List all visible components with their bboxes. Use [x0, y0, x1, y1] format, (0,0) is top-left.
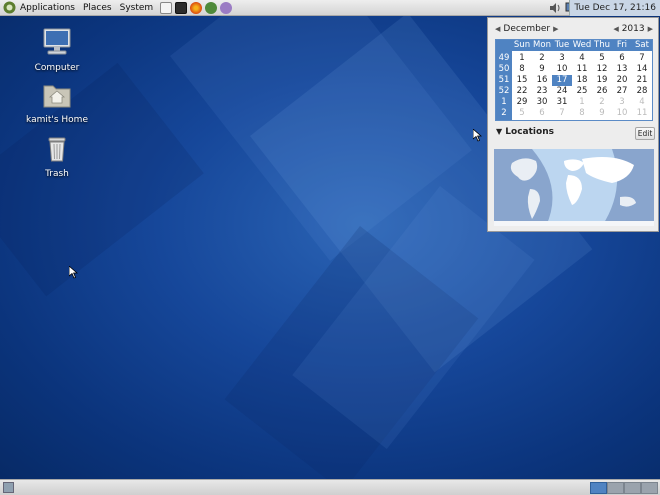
calendar-day[interactable]: 3 — [612, 97, 632, 108]
calendar-day[interactable]: 24 — [552, 86, 572, 97]
calendar-day[interactable]: 1 — [512, 53, 532, 64]
places-menu[interactable]: Places — [79, 0, 116, 16]
calendar-grid: Sun Mon Tue Wed Thu Fri Sat 49 50 51 52 1 2 1 2 3 4 5 6 7 8 9… — [495, 39, 653, 121]
calendar-day[interactable]: 19 — [592, 75, 612, 86]
calendar-popup: ◀ December ▶ ◀ 2013 ▶ Sun Mon Tue Wed Thu Fri… — [487, 17, 659, 232]
calendar-day[interactable]: 13 — [612, 64, 632, 75]
calendar-day[interactable]: 9 — [592, 108, 612, 119]
day-header: Fri — [616, 40, 628, 50]
calendar-day[interactable]: 25 — [572, 86, 592, 97]
mail-launcher-icon[interactable] — [205, 1, 218, 14]
computer-icon — [43, 28, 71, 55]
home-label: kamit's Home — [26, 115, 88, 125]
calendar-day[interactable]: 3 — [552, 53, 572, 64]
calendar-day[interactable]: 16 — [532, 75, 552, 86]
show-desktop-icon[interactable] — [3, 482, 14, 493]
next-year-arrow-icon[interactable]: ▶ — [648, 25, 653, 33]
calendar-day[interactable]: 12 — [592, 64, 612, 75]
trash-desktop-icon[interactable]: Trash — [17, 134, 97, 179]
calendar-day[interactable]: 7 — [552, 108, 572, 119]
mouse-cursor-icon — [473, 129, 482, 142]
calendar-day[interactable]: 18 — [572, 75, 592, 86]
calendar-day[interactable]: 5 — [592, 53, 612, 64]
computer-desktop-icon[interactable]: Computer — [17, 26, 97, 73]
day-header: Mon — [533, 40, 551, 50]
week-number: 51 — [498, 75, 510, 85]
calendar-day[interactable]: 2 — [592, 97, 612, 108]
gnome-foot-icon[interactable] — [3, 1, 16, 14]
workspace-4[interactable] — [641, 482, 658, 494]
calendar-day[interactable]: 29 — [512, 97, 532, 108]
workspace-3[interactable] — [624, 482, 641, 494]
edit-locations-button[interactable]: Edit — [635, 127, 655, 140]
year-label: 2013 — [621, 24, 645, 34]
bottom-panel — [0, 479, 660, 495]
calendar-day[interactable]: 10 — [552, 64, 572, 75]
calendar-day[interactable]: 20 — [612, 75, 632, 86]
pidgin-launcher-icon[interactable] — [220, 1, 233, 14]
calendar-header: ◀ December ▶ ◀ 2013 ▶ — [495, 22, 653, 36]
calendar-day[interactable]: 30 — [532, 97, 552, 108]
computer-label: Computer — [34, 63, 80, 73]
calendar-day[interactable]: 6 — [532, 108, 552, 119]
calendar-day[interactable]: 4 — [572, 53, 592, 64]
applications-menu[interactable]: Applications — [16, 0, 79, 16]
calendar-day[interactable]: 27 — [612, 86, 632, 97]
system-menu[interactable]: System — [116, 0, 158, 16]
calendar-day[interactable]: 9 — [532, 64, 552, 75]
calendar-day[interactable]: 26 — [592, 86, 612, 97]
calendar-day[interactable]: 28 — [632, 86, 652, 97]
calendar-day[interactable]: 15 — [512, 75, 532, 86]
calendar-day[interactable]: 1 — [572, 97, 592, 108]
next-month-arrow-icon[interactable]: ▶ — [553, 25, 558, 33]
world-map — [494, 149, 654, 226]
calendar-day[interactable]: 22 — [512, 86, 532, 97]
calendar-day[interactable]: 11 — [632, 108, 652, 119]
calendar-day[interactable]: 6 — [612, 53, 632, 64]
expander-arrow-icon[interactable]: ▼ — [496, 127, 502, 136]
workspace-1[interactable] — [590, 482, 607, 494]
day-header: Sat — [635, 40, 649, 50]
week-number: 2 — [501, 108, 507, 118]
month-label: December — [503, 24, 551, 34]
calendar: ◀ December ▶ ◀ 2013 ▶ Sun Mon Tue Wed Thu Fri… — [495, 22, 653, 121]
clock[interactable]: Tue Dec 17, 21:16 — [569, 0, 660, 16]
prev-year-arrow-icon[interactable]: ◀ — [613, 25, 618, 33]
day-header: Wed — [572, 40, 592, 50]
calendar-day[interactable]: 10 — [612, 108, 632, 119]
calendar-day[interactable]: 8 — [572, 108, 592, 119]
trash-label: Trash — [45, 169, 69, 179]
day-header: Sun — [513, 40, 531, 50]
calendar-day[interactable]: 14 — [632, 64, 652, 75]
day-header: Tue — [554, 40, 570, 50]
trash-icon — [48, 137, 66, 162]
home-folder-icon — [43, 85, 71, 108]
calendar-day[interactable]: 21 — [632, 75, 652, 86]
calendar-day[interactable]: 5 — [512, 108, 532, 119]
week-number: 50 — [498, 64, 510, 74]
calendar-day[interactable]: 11 — [572, 64, 592, 75]
terminal-launcher-icon[interactable] — [175, 1, 188, 14]
week-number: 49 — [498, 53, 510, 63]
prev-month-arrow-icon[interactable]: ◀ — [495, 25, 500, 33]
firefox-launcher-icon[interactable] — [190, 1, 203, 14]
home-desktop-icon[interactable]: kamit's Home — [17, 80, 97, 125]
calendar-day[interactable]: 8 — [512, 64, 532, 75]
text-editor-launcher-icon[interactable] — [160, 1, 173, 14]
day-header: Thu — [594, 40, 610, 50]
workspace-2[interactable] — [607, 482, 624, 494]
locations-header[interactable]: ▼ Locations — [496, 127, 554, 137]
volume-icon[interactable] — [549, 2, 561, 14]
mouse-cursor-icon — [69, 266, 78, 279]
calendar-day[interactable]: 2 — [532, 53, 552, 64]
week-number: 1 — [501, 97, 507, 107]
calendar-day[interactable]: 31 — [552, 97, 572, 108]
calendar-day[interactable]: 4 — [632, 97, 652, 108]
locations-title: Locations — [505, 127, 554, 137]
calendar-day[interactable]: 23 — [532, 86, 552, 97]
calendar-day-today[interactable]: 17 — [552, 75, 572, 86]
top-panel: Applications Places System Tue Dec 17, 2… — [0, 0, 660, 16]
calendar-day[interactable]: 7 — [632, 53, 652, 64]
week-number: 52 — [498, 86, 510, 96]
